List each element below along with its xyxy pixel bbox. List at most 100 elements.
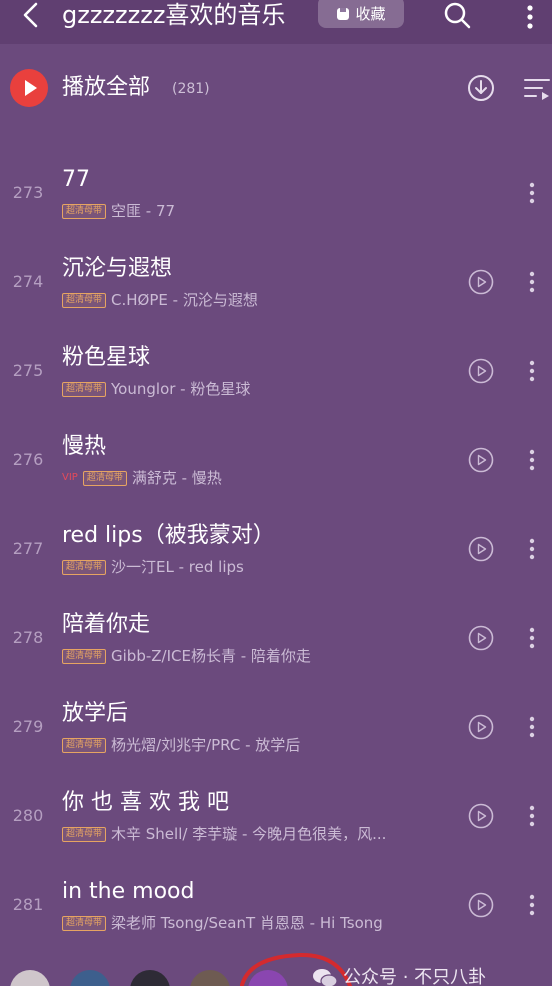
more-vertical-icon bbox=[529, 805, 535, 827]
song-more-button[interactable] bbox=[526, 537, 538, 561]
song-more-button[interactable] bbox=[526, 359, 538, 383]
song-index: 274 bbox=[12, 272, 44, 291]
more-vertical-icon bbox=[529, 360, 535, 382]
song-artist-album: 杨光熠/刘兆宇/PRC - 放学后 bbox=[111, 736, 301, 754]
wechat-icon bbox=[313, 969, 338, 986]
multi-select-button[interactable] bbox=[522, 76, 550, 100]
song-row[interactable]: 278 陪着你走 超清母带 Gibb-Z/ICE杨长青 - 陪着你走 bbox=[0, 595, 552, 684]
avatar[interactable] bbox=[130, 970, 170, 986]
song-title: 放学后 bbox=[62, 701, 129, 726]
mv-play-icon bbox=[468, 625, 494, 651]
more-vertical-icon bbox=[529, 449, 535, 471]
quality-tag: 超清母带 bbox=[62, 648, 107, 664]
song-more-button[interactable] bbox=[526, 893, 538, 917]
song-meta: VIP 超清母带 满舒克 - 慢热 bbox=[62, 469, 455, 487]
more-vertical-icon bbox=[529, 894, 535, 916]
song-row[interactable]: 276 慢热 VIP 超清母带 满舒克 - 慢热 bbox=[0, 417, 552, 506]
playlist-screen: gzzzzzzz喜欢的音乐 收藏 播放全部 (281) 273 77 超清母带 … bbox=[0, 0, 552, 986]
quality-tag: 超清母带 bbox=[62, 737, 107, 753]
mv-play-button[interactable] bbox=[468, 269, 494, 295]
song-artist-album: Gibb-Z/ICE杨长青 - 陪着你走 bbox=[111, 647, 311, 665]
quality-tag: 超清母带 bbox=[62, 915, 107, 931]
avatar[interactable] bbox=[70, 970, 110, 986]
search-button[interactable] bbox=[442, 0, 472, 30]
mv-play-icon bbox=[468, 892, 494, 918]
mv-play-button[interactable] bbox=[468, 625, 494, 651]
song-index: 278 bbox=[12, 628, 44, 647]
download-icon bbox=[468, 75, 494, 101]
song-row[interactable]: 277 red lips（被我蒙对） 超清母带 沙一汀EL - red lips bbox=[0, 506, 552, 595]
song-index: 277 bbox=[12, 539, 44, 558]
song-row[interactable]: 275 粉色星球 超清母带 Younglor - 粉色星球 bbox=[0, 328, 552, 417]
mv-play-icon bbox=[468, 803, 494, 829]
song-title: 你 也 喜 欢 我 吧 bbox=[62, 790, 229, 815]
quality-tag: 超清母带 bbox=[62, 559, 107, 575]
song-more-button[interactable] bbox=[526, 181, 538, 205]
mv-play-icon bbox=[468, 536, 494, 562]
song-row[interactable]: 274 沉沦与遐想 超清母带 C.HØPE - 沉沦与遐想 bbox=[0, 239, 552, 328]
song-meta: 超清母带 空匪 - 77 bbox=[62, 202, 455, 220]
song-artist-album: 梁老师 Tsong/SeanT 肖恩恩 - Hi Tsong bbox=[111, 914, 383, 932]
song-artist-album: 沙一汀EL - red lips bbox=[111, 558, 244, 576]
song-more-button[interactable] bbox=[526, 804, 538, 828]
song-list: 273 77 超清母带 空匪 - 77 274 沉沦与遐想 超清母带 C.HØP… bbox=[0, 150, 552, 951]
mv-play-button[interactable] bbox=[468, 447, 494, 473]
download-button[interactable] bbox=[467, 74, 495, 102]
song-index: 279 bbox=[12, 717, 44, 736]
quality-tag: 超清母带 bbox=[62, 381, 107, 397]
play-all-button[interactable] bbox=[10, 69, 48, 107]
song-more-button[interactable] bbox=[526, 448, 538, 472]
song-artist-album: 木辛 Shell/ 李芋璇 - 今晚月色很美，风... bbox=[111, 825, 387, 843]
song-title: 慢热 bbox=[62, 434, 107, 459]
song-artist-album: 满舒克 - 慢热 bbox=[131, 469, 222, 487]
collect-button[interactable]: 收藏 bbox=[318, 0, 404, 28]
mv-play-button[interactable] bbox=[468, 803, 494, 829]
song-title: 沉沦与遐想 bbox=[62, 256, 173, 281]
song-title: 粉色星球 bbox=[62, 345, 151, 370]
mv-play-button[interactable] bbox=[468, 714, 494, 740]
song-title: 陪着你走 bbox=[62, 612, 151, 637]
avatar[interactable] bbox=[190, 970, 230, 986]
watermark-text: 公众号 · 不只八卦 bbox=[343, 967, 487, 986]
song-count: (281) bbox=[172, 81, 210, 97]
song-meta: 超清母带 木辛 Shell/ 李芋璇 - 今晚月色很美，风... bbox=[62, 825, 455, 843]
quality-tag: 超清母带 bbox=[62, 203, 107, 219]
more-vertical-icon bbox=[529, 538, 535, 560]
song-row[interactable]: 280 你 也 喜 欢 我 吧 超清母带 木辛 Shell/ 李芋璇 - 今晚月… bbox=[0, 773, 552, 862]
song-artist-album: 空匪 - 77 bbox=[111, 202, 176, 220]
mv-play-icon bbox=[468, 358, 494, 384]
song-row[interactable]: 279 放学后 超清母带 杨光熠/刘兆宇/PRC - 放学后 bbox=[0, 684, 552, 773]
more-vertical-icon bbox=[527, 5, 533, 29]
song-title: in the mood bbox=[62, 879, 195, 904]
quality-tag: 超清母带 bbox=[62, 292, 107, 308]
more-button[interactable] bbox=[524, 3, 536, 31]
mv-play-icon bbox=[468, 269, 494, 295]
song-artist-album: C.HØPE - 沉沦与遐想 bbox=[111, 291, 258, 309]
multi-select-icon bbox=[524, 79, 550, 100]
more-vertical-icon bbox=[529, 716, 535, 738]
mv-play-button[interactable] bbox=[468, 536, 494, 562]
song-more-button[interactable] bbox=[526, 626, 538, 650]
top-bar: gzzzzzzz喜欢的音乐 收藏 bbox=[0, 0, 552, 44]
song-row[interactable]: 281 in the mood 超清母带 梁老师 Tsong/SeanT 肖恩恩… bbox=[0, 862, 552, 951]
song-more-button[interactable] bbox=[526, 270, 538, 294]
collect-icon bbox=[337, 8, 350, 20]
song-meta: 超清母带 梁老师 Tsong/SeanT 肖恩恩 - Hi Tsong bbox=[62, 914, 455, 932]
song-index: 280 bbox=[12, 806, 44, 825]
back-button[interactable] bbox=[20, 1, 42, 29]
mv-play-button[interactable] bbox=[468, 358, 494, 384]
song-more-button[interactable] bbox=[526, 715, 538, 739]
song-index: 273 bbox=[12, 183, 44, 202]
quality-tag: 超清母带 bbox=[62, 826, 107, 842]
song-row[interactable]: 273 77 超清母带 空匪 - 77 bbox=[0, 150, 552, 239]
song-meta: 超清母带 杨光熠/刘兆宇/PRC - 放学后 bbox=[62, 736, 455, 754]
mv-play-button[interactable] bbox=[468, 892, 494, 918]
play-all-label[interactable]: 播放全部 bbox=[62, 75, 150, 101]
song-title: 77 bbox=[62, 167, 90, 192]
song-meta: 超清母带 Gibb-Z/ICE杨长青 - 陪着你走 bbox=[62, 647, 455, 665]
song-meta: 超清母带 Younglor - 粉色星球 bbox=[62, 380, 455, 398]
song-artist-album: Younglor - 粉色星球 bbox=[111, 380, 251, 398]
more-vertical-icon bbox=[529, 271, 535, 293]
collect-label: 收藏 bbox=[355, 5, 386, 23]
avatar[interactable] bbox=[10, 970, 50, 986]
